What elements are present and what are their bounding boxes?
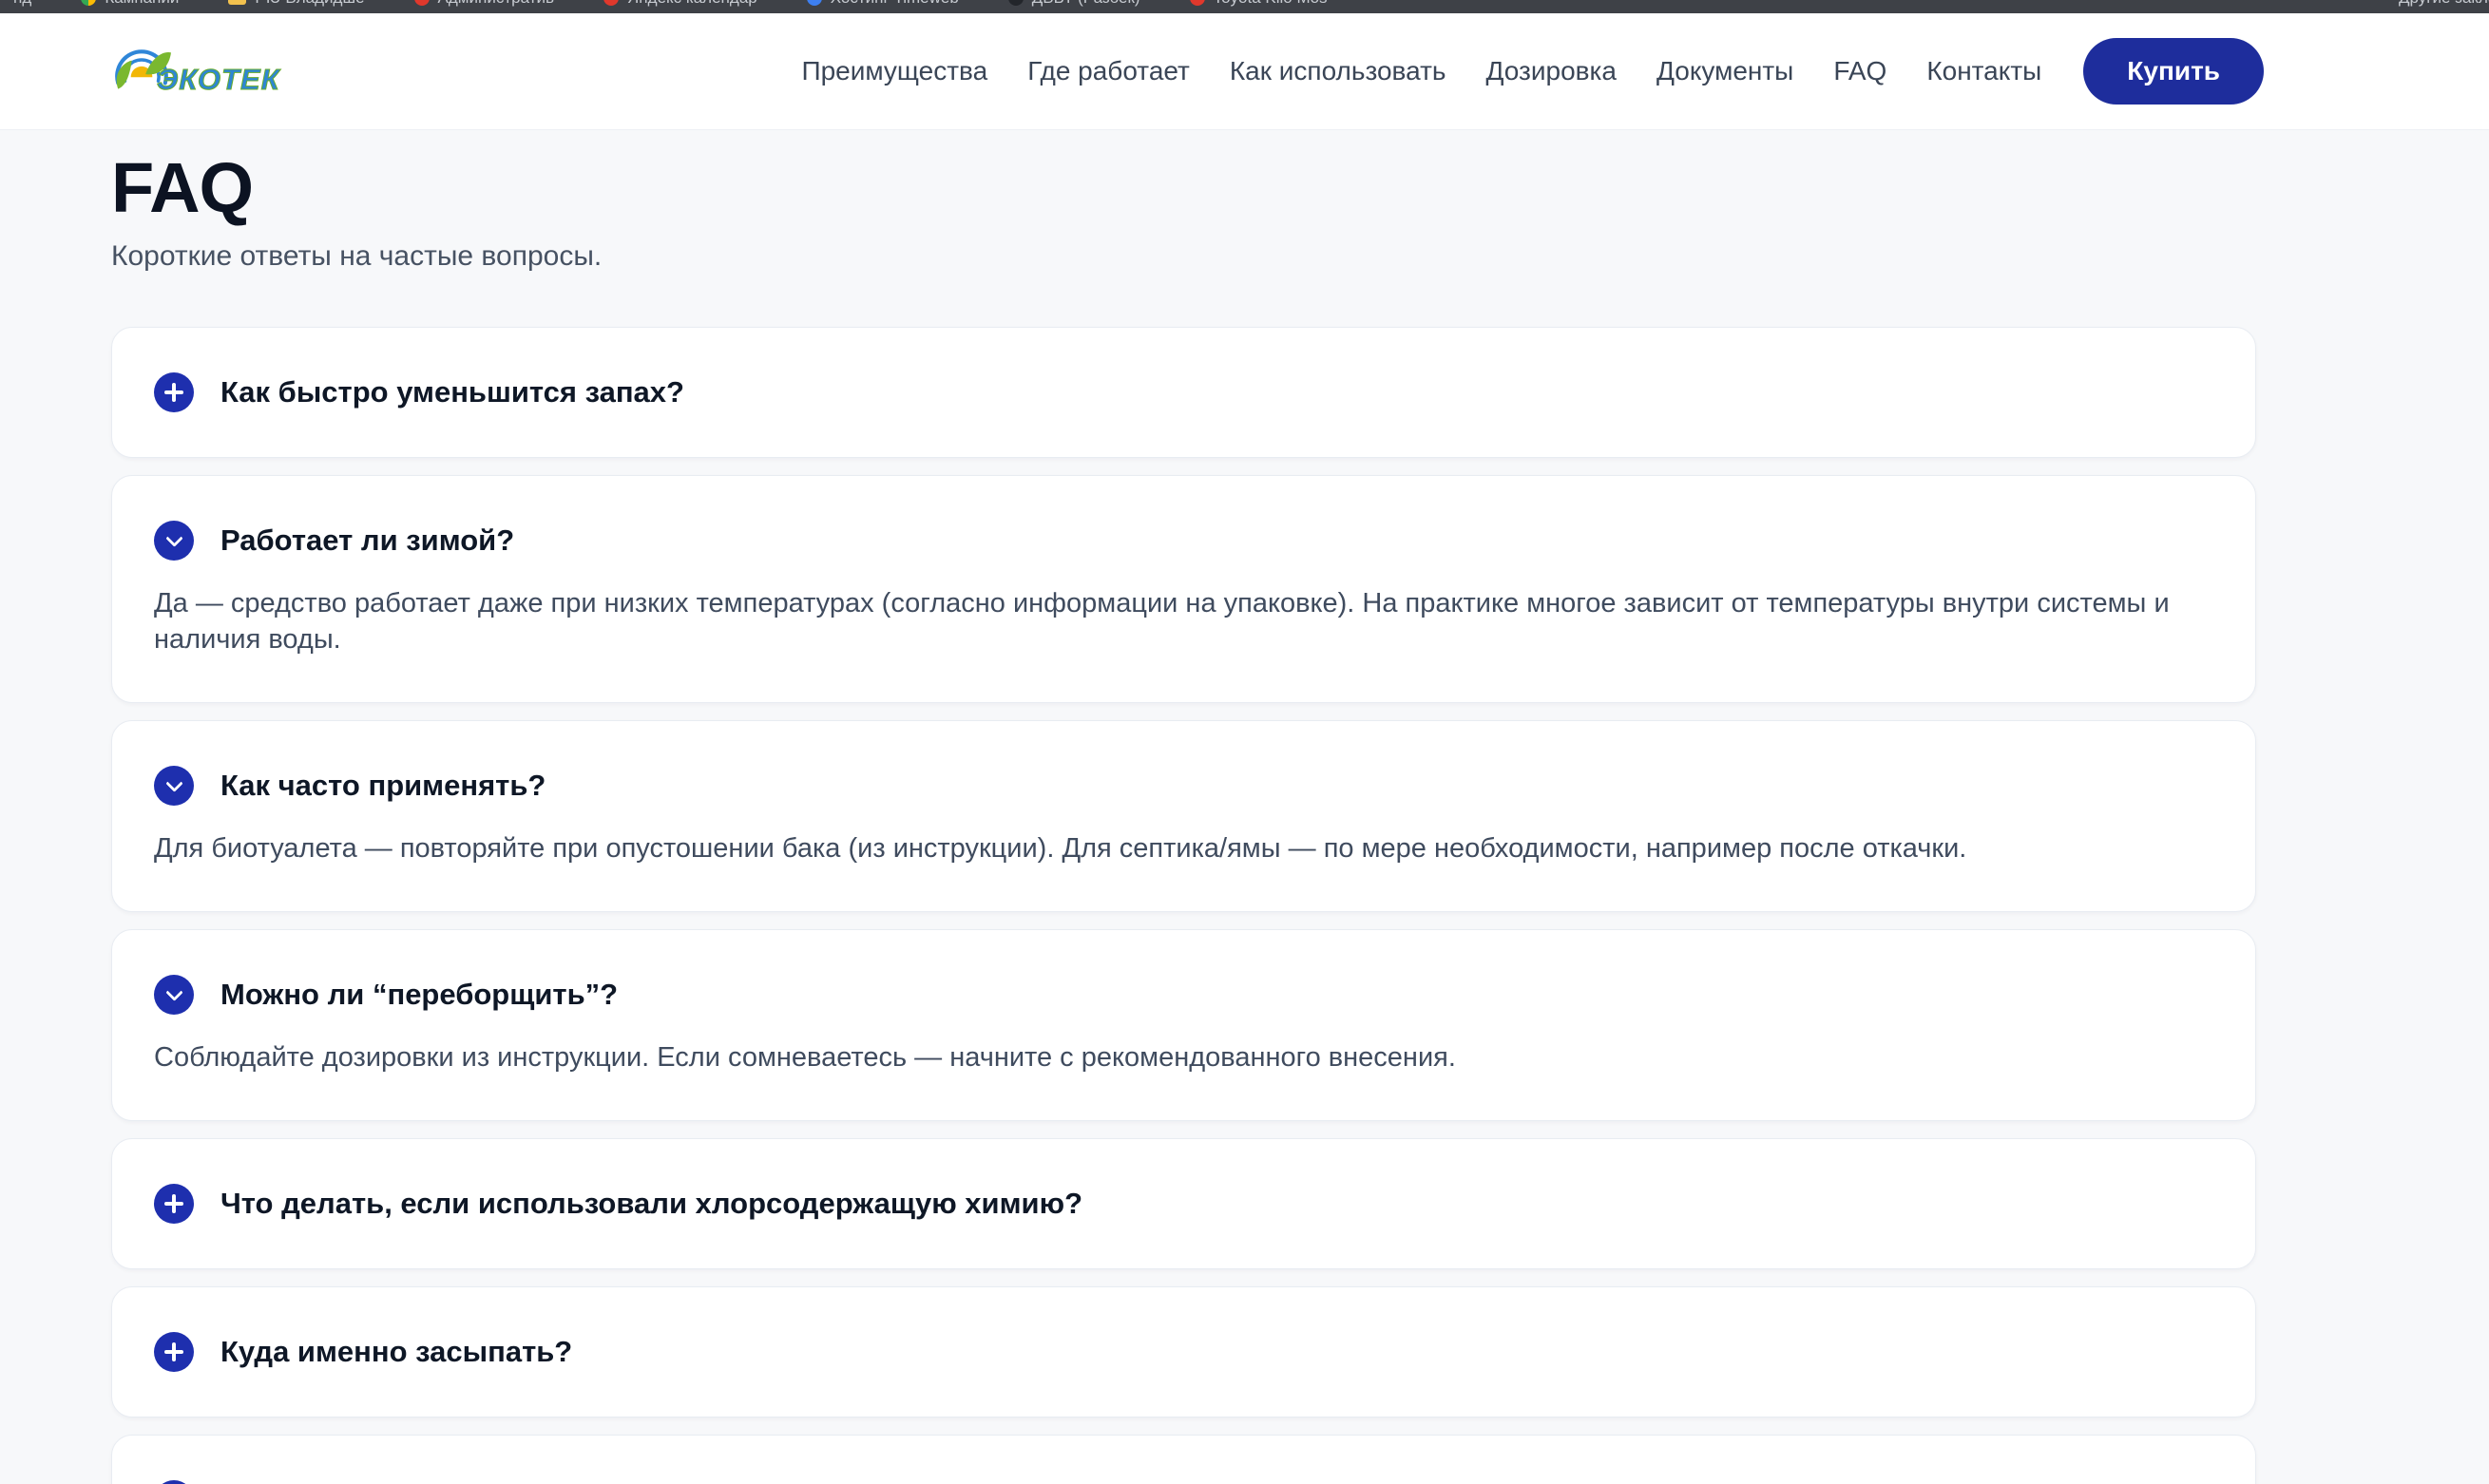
nav-link[interactable]: Как использовать	[1230, 56, 1446, 86]
faq-answer: Соблюдайте дозировки из инструкции. Если…	[154, 1039, 2213, 1075]
bookmark-item[interactable]: ДВБТ (Разбек)	[1008, 0, 1140, 8]
plus-icon	[164, 1342, 183, 1361]
faq-question-row[interactable]: Что делать, если использовали хлорсодерж…	[154, 1184, 2213, 1224]
bookmark-favicon-icon	[603, 0, 619, 6]
faq-question-row[interactable]: Можно ли “переборщить”?	[154, 975, 2213, 1015]
bookmark-favicon-icon	[807, 0, 822, 6]
faq-question: Куда именно засыпать?	[220, 1335, 572, 1369]
logo-text: ЭКОТЕК	[157, 63, 280, 97]
logo[interactable]: ЭКОТЕК	[111, 44, 280, 99]
faq-item[interactable]: Что делать, если использовали хлорсодерж…	[111, 1138, 2256, 1269]
faq-question-row[interactable]: Как быстро уменьшится запах?	[154, 372, 2213, 412]
faq-question-row[interactable]: Куда именно засыпать?	[154, 1332, 2213, 1372]
page-subtitle: Короткие ответы на частые вопросы.	[111, 240, 2256, 273]
bookmark-item[interactable]: Кампании	[81, 0, 179, 8]
faq-question-row[interactable]: Подойдет ли для биотуалета?	[154, 1480, 2213, 1484]
bookmark-favicon-icon	[228, 0, 246, 5]
expand-toggle-button[interactable]	[154, 1184, 194, 1224]
expand-toggle-button[interactable]	[154, 521, 194, 561]
expand-toggle-button[interactable]	[154, 766, 194, 806]
faq-item[interactable]: Можно ли “переборщить”? Соблюдайте дозир…	[111, 929, 2256, 1121]
chevron-down-icon	[165, 983, 182, 1000]
bookmark-label: Хостинг Timeweb	[831, 0, 959, 8]
faq-question: Как быстро уменьшится запах?	[220, 375, 684, 409]
bookmark-favicon-icon	[1190, 0, 1205, 6]
nav-link[interactable]: Преимущества	[801, 56, 987, 86]
site-header: ЭКОТЕК Преимущества Где работает Как исп…	[0, 13, 2489, 130]
nav-link[interactable]: Дозировка	[1485, 56, 1616, 86]
plus-icon	[164, 1194, 183, 1213]
faq-question-row[interactable]: Работает ли зимой?	[154, 521, 2213, 561]
plus-icon	[164, 383, 183, 402]
faq-section: FAQ Короткие ответы на частые вопросы. К…	[0, 130, 2489, 1484]
page-title: FAQ	[111, 155, 2256, 221]
bookmark-item[interactable]: Яндекс календар	[603, 0, 757, 8]
main-nav: Преимущества Где работает Как использова…	[801, 56, 2041, 86]
bookmark-label: ДВБТ (Разбек)	[1032, 0, 1140, 8]
bookmark-item[interactable]: Хостинг Timeweb	[807, 0, 959, 8]
expand-toggle-button[interactable]	[154, 372, 194, 412]
faq-question-row[interactable]: Как часто применять?	[154, 766, 2213, 806]
bookmark-label: Кампании	[105, 0, 179, 8]
bookmark-favicon-icon	[1008, 0, 1024, 6]
bookmark-item[interactable]: РІЗ-Владидше	[228, 0, 364, 8]
expand-toggle-button[interactable]	[154, 975, 194, 1015]
chevron-down-icon	[165, 774, 182, 791]
faq-list: Как быстро уменьшится запах? Работает ли…	[111, 327, 2256, 1484]
chevron-down-icon	[165, 529, 182, 546]
bookmark-favicon-icon	[81, 0, 96, 6]
faq-answer: Для биотуалета — повторяйте при опустоше…	[154, 830, 2213, 866]
bookmarks-row: нд Кампании РІЗ-Владидше Административ Я…	[0, 0, 2489, 13]
nav-link[interactable]: FAQ	[1833, 56, 1886, 86]
faq-item[interactable]: Куда именно засыпать?	[111, 1286, 2256, 1417]
bookmark-label: Административ	[438, 0, 554, 8]
other-bookmarks-button[interactable]: Другие закладк	[2399, 0, 2489, 13]
nav-link[interactable]: Где работает	[1027, 56, 1190, 86]
nav-link[interactable]: Документы	[1656, 56, 1793, 86]
expand-toggle-button[interactable]	[154, 1332, 194, 1372]
bookmark-item[interactable]: Административ	[414, 0, 554, 8]
bookmark-label: Toyota Klio Mos	[1214, 0, 1328, 8]
bookmark-label: Яндекс календар	[627, 0, 757, 8]
faq-item[interactable]: Как быстро уменьшится запах?	[111, 327, 2256, 458]
browser-bookmarks-bar: нд Кампании РІЗ-Владидше Административ Я…	[0, 0, 2489, 13]
bookmark-label: нд	[13, 0, 31, 8]
faq-item[interactable]: Работает ли зимой? Да — средство работае…	[111, 475, 2256, 703]
faq-answer: Да — средство работает даже при низких т…	[154, 585, 2213, 657]
bookmark-label: РІЗ-Владидше	[255, 0, 364, 8]
faq-question: Работает ли зимой?	[220, 523, 514, 558]
faq-question: Можно ли “переборщить”?	[220, 978, 618, 1012]
faq-question: Как часто применять?	[220, 769, 546, 803]
bookmark-item[interactable]: нд	[13, 0, 31, 8]
expand-toggle-button[interactable]	[154, 1480, 194, 1484]
bookmark-item[interactable]: Toyota Klio Mos	[1190, 0, 1328, 8]
bookmark-favicon-icon	[414, 0, 430, 6]
faq-question: Что делать, если использовали хлорсодерж…	[220, 1187, 1082, 1221]
nav-link[interactable]: Контакты	[1926, 56, 2041, 86]
buy-button[interactable]: Купить	[2083, 38, 2264, 105]
faq-item[interactable]: Как часто применять? Для биотуалета — по…	[111, 720, 2256, 912]
faq-item[interactable]: Подойдет ли для биотуалета?	[111, 1435, 2256, 1484]
